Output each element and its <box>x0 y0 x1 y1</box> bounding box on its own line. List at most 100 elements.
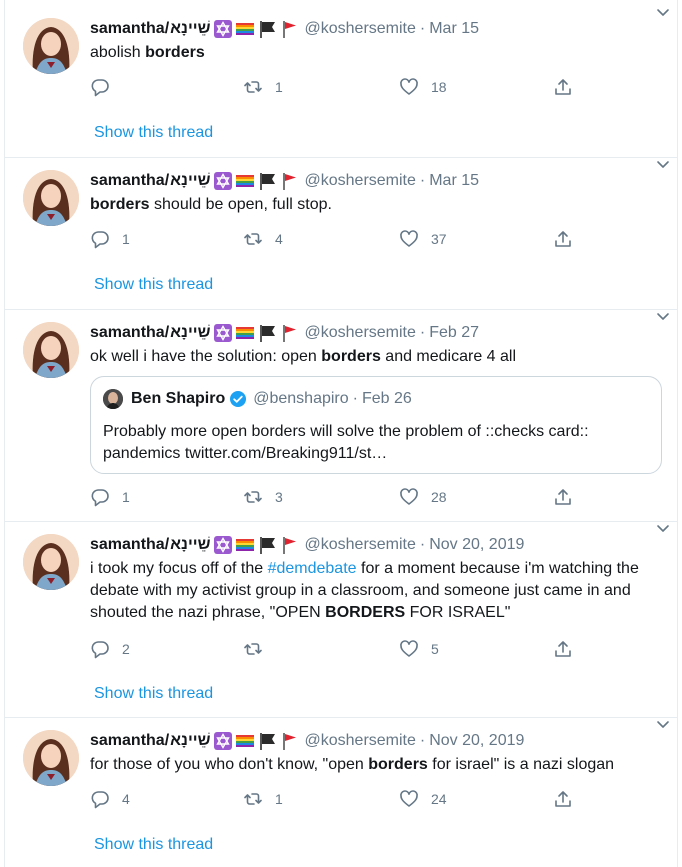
reply-icon <box>90 77 110 97</box>
tweet-date[interactable]: Mar 15 <box>429 172 479 190</box>
star-of-david-emoji <box>213 731 233 751</box>
share-icon <box>553 77 573 97</box>
share-button[interactable] <box>553 228 573 250</box>
tweet[interactable]: samantha/ שֵׁיינָא @koshersemite · Nov 2… <box>5 718 677 867</box>
like-button[interactable]: 28 <box>399 486 447 508</box>
show-thread-link[interactable]: Show this thread <box>94 836 213 854</box>
retweet-icon <box>243 639 263 659</box>
avatar[interactable] <box>23 322 79 378</box>
retweet-button[interactable]: 1 <box>243 788 283 810</box>
user-handle[interactable]: @koshersemite <box>305 732 416 750</box>
tweet-text: for those of you who don't know, "open b… <box>90 756 615 773</box>
tweet-actions: 1 3 28 <box>90 486 573 508</box>
like-button[interactable]: 18 <box>399 76 447 98</box>
separator-dot: · <box>419 536 426 553</box>
tweet-actions: 2 5 <box>90 638 573 660</box>
tweet-date[interactable]: Nov 20, 2019 <box>429 732 524 750</box>
retweet-button[interactable]: 1 <box>243 76 283 98</box>
share-button[interactable] <box>553 76 573 98</box>
display-name[interactable]: samantha/ <box>90 172 169 190</box>
tweet-date[interactable]: Feb 27 <box>429 324 479 342</box>
avatar[interactable] <box>23 170 79 226</box>
tweet-date[interactable]: Nov 20, 2019 <box>429 536 524 554</box>
chevron-down-icon[interactable] <box>655 4 671 20</box>
chevron-down-icon[interactable] <box>655 716 671 732</box>
reply-icon <box>90 639 110 659</box>
quoted-tweet[interactable]: Ben Shapiro @benshapiro · Feb 26 Probabl… <box>90 376 662 474</box>
display-name[interactable]: samantha/ <box>90 20 169 38</box>
chevron-down-icon[interactable] <box>655 308 671 324</box>
like-button[interactable]: 5 <box>399 638 439 660</box>
quoted-avatar <box>103 389 123 409</box>
avatar[interactable] <box>23 534 79 590</box>
share-icon <box>553 487 573 507</box>
display-name-hebrew[interactable]: שֵׁיינָא <box>170 536 210 554</box>
retweet-button[interactable]: 3 <box>243 486 283 508</box>
user-handle[interactable]: @koshersemite <box>305 536 416 554</box>
star-of-david-emoji <box>213 19 233 39</box>
tweet[interactable]: samantha/ שֵׁיינָא @koshersemite · Feb 2… <box>5 310 677 522</box>
display-name[interactable]: samantha/ <box>90 732 169 750</box>
red-flag-emoji <box>279 171 299 191</box>
avatar[interactable] <box>23 18 79 74</box>
share-icon <box>553 229 573 249</box>
reply-button[interactable]: 4 <box>90 788 130 810</box>
tweet[interactable]: samantha/ שֵׁיינָא @koshersemite · Mar 1… <box>5 0 677 158</box>
retweet-button[interactable] <box>243 638 275 660</box>
tweet-text: abolish borders <box>90 44 205 61</box>
show-thread-link[interactable]: Show this thread <box>94 276 213 294</box>
share-button[interactable] <box>553 638 573 660</box>
quoted-user-handle: @benshapiro <box>253 390 349 407</box>
retweet-icon <box>243 229 263 249</box>
black-flag-emoji <box>257 171 277 191</box>
hashtag-link[interactable]: #demdebate <box>268 560 357 577</box>
user-handle[interactable]: @koshersemite <box>305 172 416 190</box>
reply-button[interactable]: 2 <box>90 638 130 660</box>
share-icon <box>553 639 573 659</box>
rainbow-flag-emoji <box>235 323 255 343</box>
share-button[interactable] <box>553 788 573 810</box>
separator-dot: · <box>352 390 358 407</box>
separator-dot: · <box>419 732 426 749</box>
show-thread-link[interactable]: Show this thread <box>94 124 213 142</box>
tweet-header: samantha/ שֵׁיינָא @koshersemite · Nov 2… <box>90 533 661 557</box>
reply-icon <box>90 229 110 249</box>
avatar[interactable] <box>23 730 79 786</box>
user-handle[interactable]: @koshersemite <box>305 324 416 342</box>
retweet-button[interactable]: 4 <box>243 228 283 250</box>
quoted-tweet-header: Ben Shapiro @benshapiro · Feb 26 <box>103 389 412 409</box>
separator-dot: · <box>419 20 426 37</box>
tweet[interactable]: samantha/ שֵׁיינָא @koshersemite · Nov 2… <box>5 522 677 718</box>
tweet-text: ok well i have the solution: open border… <box>90 348 517 365</box>
rainbow-flag-emoji <box>235 535 255 555</box>
heart-icon <box>399 77 419 97</box>
separator-dot: · <box>419 172 426 189</box>
display-name-hebrew[interactable]: שֵׁיינָא <box>170 324 210 342</box>
verified-badge-icon <box>229 390 247 408</box>
display-name[interactable]: samantha/ <box>90 536 169 554</box>
chevron-down-icon[interactable] <box>655 156 671 172</box>
share-button[interactable] <box>553 486 573 508</box>
tweet[interactable]: samantha/ שֵׁיינָא @koshersemite · Mar 1… <box>5 158 677 310</box>
retweet-icon <box>243 487 263 507</box>
display-name-hebrew[interactable]: שֵׁיינָא <box>170 732 210 750</box>
show-thread-link[interactable]: Show this thread <box>94 685 213 703</box>
display-name-hebrew[interactable]: שֵׁיינָא <box>170 172 210 190</box>
quoted-tweet-text: Probably more open borders will solve th… <box>103 423 589 462</box>
like-button[interactable]: 24 <box>399 788 447 810</box>
chevron-down-icon[interactable] <box>655 520 671 536</box>
like-button[interactable]: 37 <box>399 228 447 250</box>
reply-button[interactable]: 1 <box>90 228 130 250</box>
tweet-date[interactable]: Mar 15 <box>429 20 479 38</box>
display-name[interactable]: samantha/ <box>90 324 169 342</box>
tweet-feed: samantha/ שֵׁיינָא @koshersemite · Mar 1… <box>4 0 678 867</box>
reply-button[interactable]: 1 <box>90 486 130 508</box>
reply-button[interactable] <box>90 76 122 98</box>
red-flag-emoji <box>279 731 299 751</box>
black-flag-emoji <box>257 535 277 555</box>
display-name-hebrew[interactable]: שֵׁיינָא <box>170 20 210 38</box>
red-flag-emoji <box>279 535 299 555</box>
user-handle[interactable]: @koshersemite <box>305 20 416 38</box>
tweet-actions: 4 1 24 <box>90 788 573 810</box>
share-icon <box>553 789 573 809</box>
